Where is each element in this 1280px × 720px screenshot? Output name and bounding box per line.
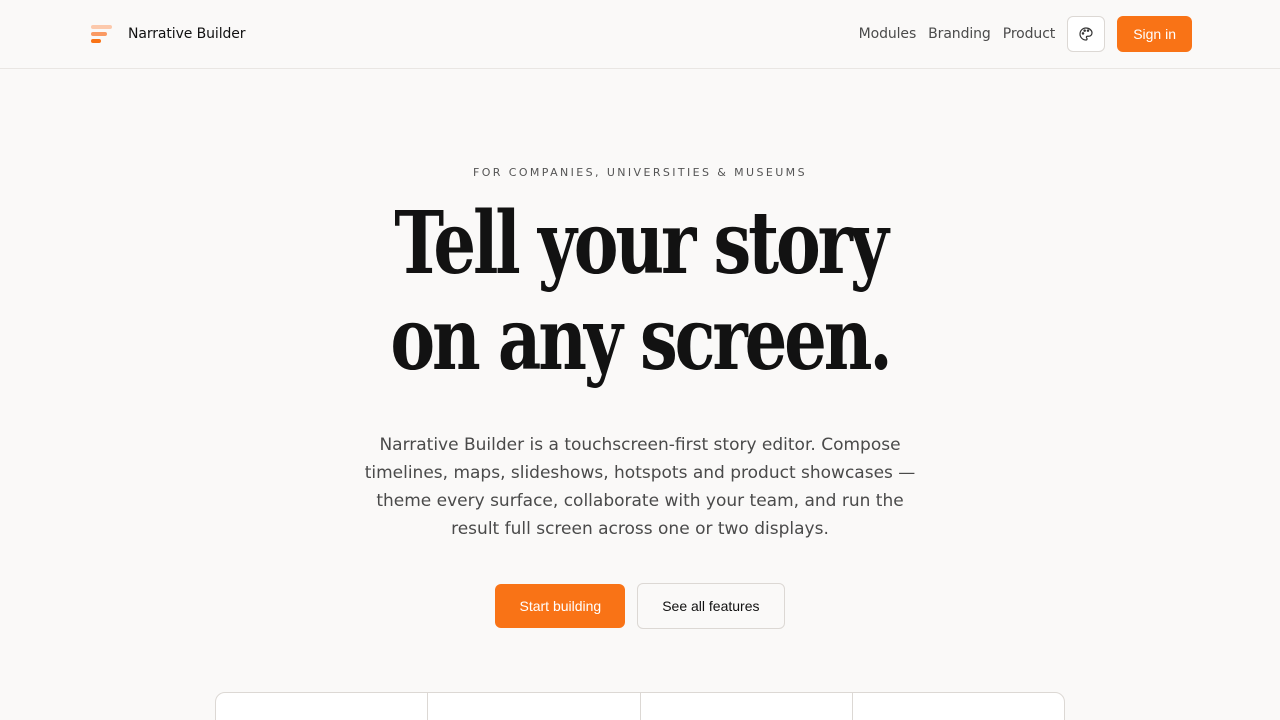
hero-headline: Tell your story on any screen.: [141, 196, 1139, 388]
start-building-button[interactable]: Start building: [495, 584, 626, 628]
palette-icon: [1079, 27, 1093, 41]
feature-card[interactable]: [428, 693, 641, 720]
headline-line-2: on any screen.: [390, 289, 892, 390]
feature-card[interactable]: [641, 693, 853, 720]
nav-link-product[interactable]: Product: [1003, 26, 1056, 42]
feature-card-strip: [215, 692, 1065, 720]
feature-card[interactable]: [216, 693, 429, 720]
hero-cta-group: Start building See all features: [0, 583, 1280, 629]
hero-eyebrow: FOR COMPANIES, UNIVERSITIES & MUSEUMS: [473, 166, 807, 179]
brand[interactable]: Narrative Builder: [90, 22, 246, 46]
logo-icon: [90, 22, 114, 46]
signin-button[interactable]: Sign in: [1117, 16, 1192, 52]
theme-button[interactable]: [1067, 16, 1106, 52]
main-nav: Modules Branding Product Sign in: [859, 16, 1192, 52]
headline-line-1: Tell your story: [394, 193, 889, 294]
nav-link-branding[interactable]: Branding: [928, 26, 991, 42]
brand-name: Narrative Builder: [128, 26, 246, 42]
see-all-features-button[interactable]: See all features: [637, 583, 785, 629]
hero-subtext: Narrative Builder is a touchscreen-first…: [364, 435, 916, 539]
feature-card[interactable]: [853, 693, 1064, 720]
top-header: Narrative Builder Modules Branding Produ…: [0, 0, 1280, 69]
nav-link-modules[interactable]: Modules: [859, 26, 917, 42]
